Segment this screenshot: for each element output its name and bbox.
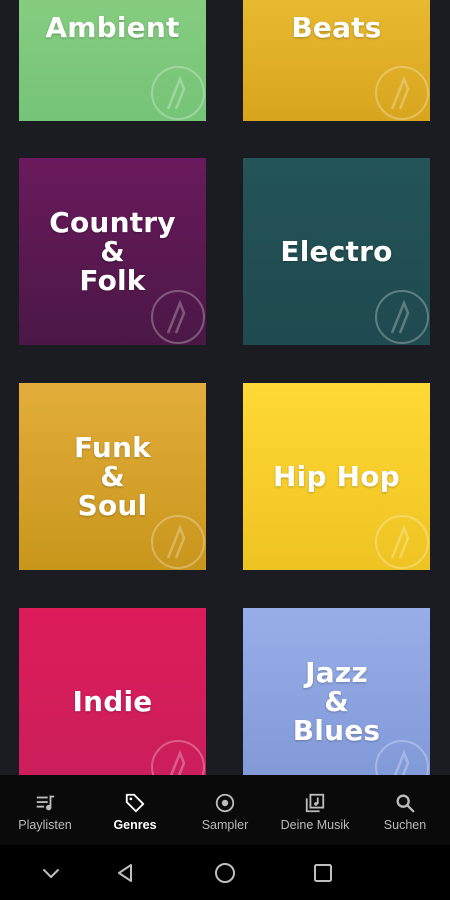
tag-icon (125, 793, 145, 813)
home-icon[interactable] (214, 862, 236, 884)
brand-logo-icon (151, 740, 205, 775)
genre-label: Country & Folk (49, 206, 176, 297)
genre-label: Jazz & Blues (292, 656, 381, 747)
brand-logo-icon (151, 290, 205, 344)
tab-genres[interactable]: Genres (90, 775, 180, 845)
playlist-icon (36, 795, 55, 811)
back-icon[interactable] (114, 862, 136, 884)
tab-label: Sampler (201, 818, 249, 832)
genre-tile-country-folk[interactable]: Country & Folk (19, 158, 206, 345)
genre-tile-jazz-blues[interactable]: Jazz & Blues (243, 608, 430, 775)
genre-label: Funk & Soul (73, 431, 152, 522)
search-icon (396, 794, 415, 813)
brand-logo-icon (375, 740, 429, 775)
genre-tile-electro[interactable]: Electro (243, 158, 430, 345)
disc-icon (215, 793, 235, 813)
genre-tile-funk-soul[interactable]: Funk & Soul (19, 383, 206, 570)
brand-logo-icon (375, 515, 429, 569)
chevron-down-icon[interactable] (40, 862, 62, 884)
tab-suchen[interactable]: Suchen (360, 775, 450, 845)
recents-icon[interactable] (312, 862, 334, 884)
genre-tile-hip-hop[interactable]: Hip Hop (243, 383, 430, 570)
brand-logo-icon (375, 290, 429, 344)
brand-logo-icon (151, 515, 205, 569)
tab-sampler[interactable]: Sampler (180, 775, 270, 845)
genre-grid: Ambient Beats Country & Folk Electro Fun… (0, 0, 450, 775)
tab-deine-musik[interactable]: Deine Musik (270, 775, 360, 845)
tab-label: Genres (113, 818, 157, 832)
system-navigation-bar (0, 845, 450, 900)
genre-label: Ambient (45, 11, 180, 44)
tab-playlisten[interactable]: Playlisten (0, 775, 90, 845)
tab-label: Playlisten (18, 818, 72, 832)
genre-label: Hip Hop (273, 460, 400, 493)
bottom-tab-bar: Playlisten Genres Sampler Deine Musik Su… (0, 775, 450, 845)
genre-label: Beats (291, 11, 382, 44)
tab-label: Deine Musik (280, 818, 350, 832)
genre-label: Electro (280, 235, 393, 268)
genre-tile-ambient[interactable]: Ambient (19, 0, 206, 121)
tab-label: Suchen (383, 818, 427, 832)
genre-tile-indie[interactable]: Indie (19, 608, 206, 775)
genre-tile-beats[interactable]: Beats (243, 0, 430, 121)
brand-logo-icon (375, 66, 429, 120)
genre-label: Indie (72, 685, 153, 718)
library-icon (305, 793, 325, 813)
brand-logo-icon (151, 66, 205, 120)
